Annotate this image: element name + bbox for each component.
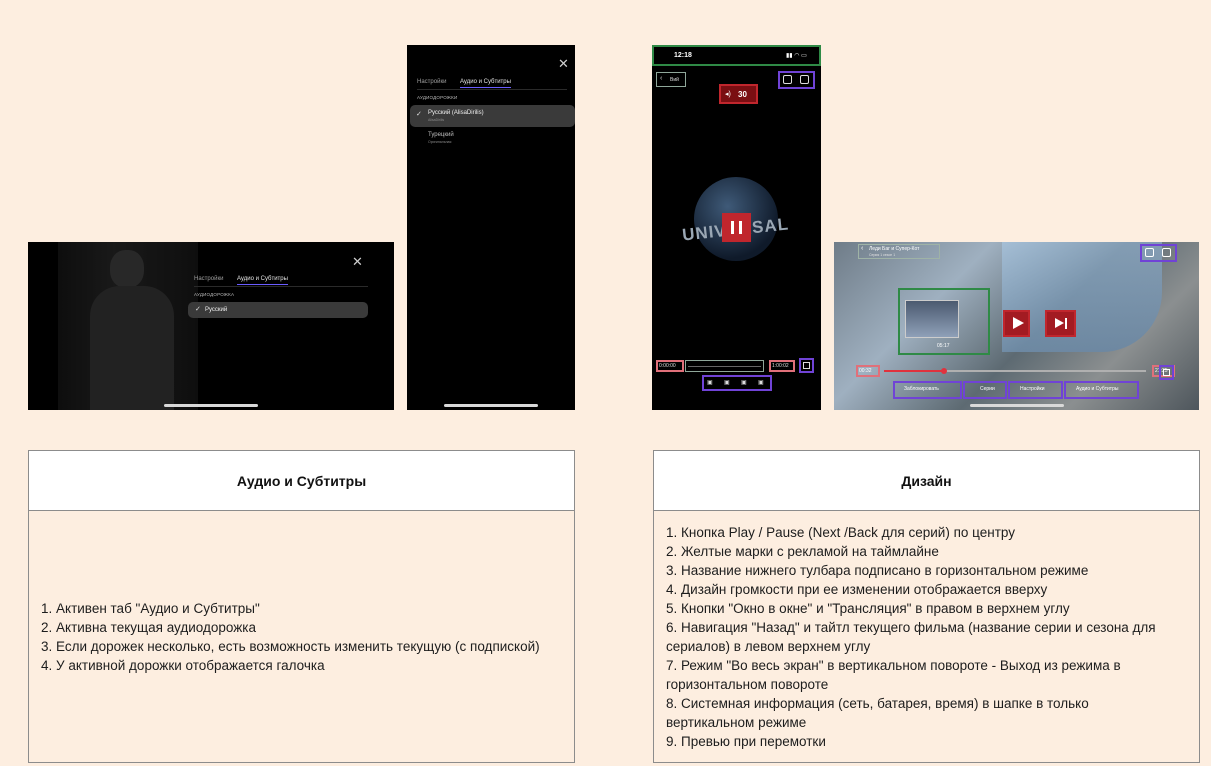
play-icon — [1013, 317, 1024, 329]
preview-time: 05:17 — [937, 343, 950, 349]
audio-section-label: АУДИОДОРОЖКИ — [417, 95, 458, 100]
track-sub: AlisaDirilis — [428, 118, 445, 122]
episode-title: Леди Баг и Супер-Кот — [869, 246, 920, 252]
timeline[interactable] — [685, 360, 764, 372]
requirements-list: 1. Активен таб "Аудио и Субтитры" 2. Акт… — [41, 599, 546, 675]
subtitles-icon[interactable]: ▣ — [758, 379, 764, 386]
requirements-list: 1. Кнопка Play / Pause (Next /Back для с… — [666, 523, 1156, 751]
audio-track[interactable]: Турецкий Оригинальная — [410, 129, 575, 149]
timeline[interactable] — [884, 368, 1146, 374]
pause-button[interactable] — [722, 213, 751, 242]
list-item: 4. У активной дорожки отображается галоч… — [41, 657, 325, 673]
audio-track-active[interactable]: ✓ Русский — [188, 302, 368, 318]
play-button[interactable] — [1003, 310, 1030, 337]
home-indicator — [970, 404, 1064, 407]
volume-indicator: ◂) 30 — [719, 84, 758, 104]
track-name: Русский (AlisaDirilis) — [428, 110, 484, 116]
list-item: 1. Активен таб "Аудио и Субтитры" — [41, 600, 260, 616]
time-current: 0:00:00 — [659, 363, 676, 369]
list-item: 3. Название нижнего тулбара подписано в … — [666, 563, 1089, 578]
tabs-divider — [194, 286, 368, 287]
episodes-icon[interactable]: ▣ — [724, 379, 730, 386]
close-icon[interactable]: ✕ — [558, 57, 569, 70]
list-item: 7. Режим "Во весь экран" в вертикальном … — [666, 658, 1121, 692]
tab-settings[interactable]: Настройки — [194, 276, 223, 282]
list-item: 4. Дизайн громкости при ее изменении ото… — [666, 582, 1048, 597]
list-item: 5. Кнопки "Окно в окне" и "Трансляция" в… — [666, 601, 1070, 616]
pip-icon[interactable] — [1162, 248, 1171, 257]
exit-fullscreen-icon[interactable] — [1163, 369, 1170, 376]
pause-icon — [731, 221, 742, 234]
check-icon: ✓ — [416, 111, 422, 118]
toolbar-episodes[interactable]: Серии — [980, 386, 995, 392]
timeline-progress — [884, 370, 944, 372]
volume-icon: ◂) — [725, 91, 731, 98]
list-item: 8. Системная информация (сеть, батарея, … — [666, 696, 1089, 730]
next-button[interactable] — [1045, 310, 1076, 337]
portrait-audio-screen: ✕ Настройки Аудио и Субтитры АУДИОДОРОЖК… — [407, 45, 575, 410]
settings-icon[interactable]: ▣ — [741, 379, 747, 386]
dark-overlay — [28, 242, 394, 410]
episode-subtitle: Серия 1 сезон 1 — [869, 253, 896, 257]
tab-audio-subtitles[interactable]: Аудио и Субтитры — [460, 79, 511, 88]
chevron-left-icon: ‹ — [861, 245, 864, 252]
table-header: Дизайн — [654, 451, 1199, 511]
home-indicator — [444, 404, 538, 407]
check-icon: ✓ — [195, 306, 201, 313]
audio-track-active[interactable]: ✓ Русский (AlisaDirilis) AlisaDirilis — [410, 105, 575, 127]
next-icon — [1055, 318, 1064, 328]
time-total: 1:00:02 — [772, 363, 789, 369]
list-item: 1. Кнопка Play / Pause (Next /Back для с… — [666, 525, 1015, 540]
tabs-divider — [417, 89, 567, 90]
audio-subtitles-table: Аудио и Субтитры 1. Активен таб "Аудио и… — [28, 450, 575, 763]
audio-section-label: АУДИОДОРОЖКА — [194, 292, 235, 297]
portrait-player-screen: 12:18 ▮▮ ◠ ▭ ‹ Вий ◂) 30 UNIVERSAL 0:00:… — [652, 45, 821, 410]
close-icon[interactable]: ✕ — [352, 255, 363, 268]
lock-icon[interactable]: ▣ — [707, 379, 713, 386]
landscape-player-screen: ‹ Леди Баг и Супер-Кот Серия 1 сезон 1 0… — [834, 242, 1199, 410]
title-block[interactable]: ‹ Леди Баг и Супер-Кот Серия 1 сезон 1 — [858, 244, 940, 259]
volume-value: 30 — [738, 90, 747, 99]
home-indicator — [164, 404, 258, 407]
cast-icon[interactable] — [783, 75, 792, 84]
back-button[interactable]: ‹ Вий — [656, 72, 686, 87]
list-item: 2. Желтые марки с рекламой на таймлайне — [666, 544, 939, 559]
landscape-audio-screen: ✕ Настройки Аудио и Субтитры АУДИОДОРОЖК… — [28, 242, 394, 410]
pip-icon[interactable] — [800, 75, 809, 84]
design-table: Дизайн 1. Кнопка Play / Pause (Next /Bac… — [653, 450, 1200, 763]
toolbar-audio[interactable]: Аудио и Субтитры — [1076, 386, 1118, 392]
track-name: Турецкий — [428, 132, 454, 138]
toolbar-lock[interactable]: Заблокировать — [904, 386, 939, 392]
track-name: Русский — [205, 307, 228, 313]
timeline-track — [688, 366, 761, 367]
chevron-left-icon: ‹ — [660, 75, 663, 82]
list-item: 3. Если дорожек несколько, есть возможно… — [41, 638, 540, 654]
time-current: 00:32 — [859, 368, 872, 374]
list-item: 6. Навигация "Назад" и тайтл текущего фи… — [666, 620, 1156, 654]
list-item: 2. Активна текущая аудиодорожка — [41, 619, 256, 635]
preview-thumbnail — [905, 300, 959, 338]
table-header: Аудио и Субтитры — [29, 451, 574, 511]
fullscreen-icon[interactable] — [803, 362, 810, 369]
toolbar-settings[interactable]: Настройки — [1020, 386, 1045, 392]
next-icon-bar — [1065, 318, 1067, 329]
timeline-thumb[interactable] — [941, 368, 947, 374]
table-body: 1. Активен таб "Аудио и Субтитры" 2. Акт… — [29, 511, 574, 762]
back-label: Вий — [670, 77, 679, 83]
status-time: 12:18 — [674, 52, 692, 59]
list-item: 9. Превью при перемотки — [666, 734, 826, 749]
status-icons: ▮▮ ◠ ▭ — [786, 53, 807, 59]
table-body: 1. Кнопка Play / Pause (Next /Back для с… — [654, 511, 1199, 762]
tab-audio-subtitles[interactable]: Аудио и Субтитры — [237, 276, 288, 285]
cast-icon[interactable] — [1145, 248, 1154, 257]
track-sub: Оригинальная — [428, 140, 452, 144]
tab-settings[interactable]: Настройки — [417, 79, 446, 85]
